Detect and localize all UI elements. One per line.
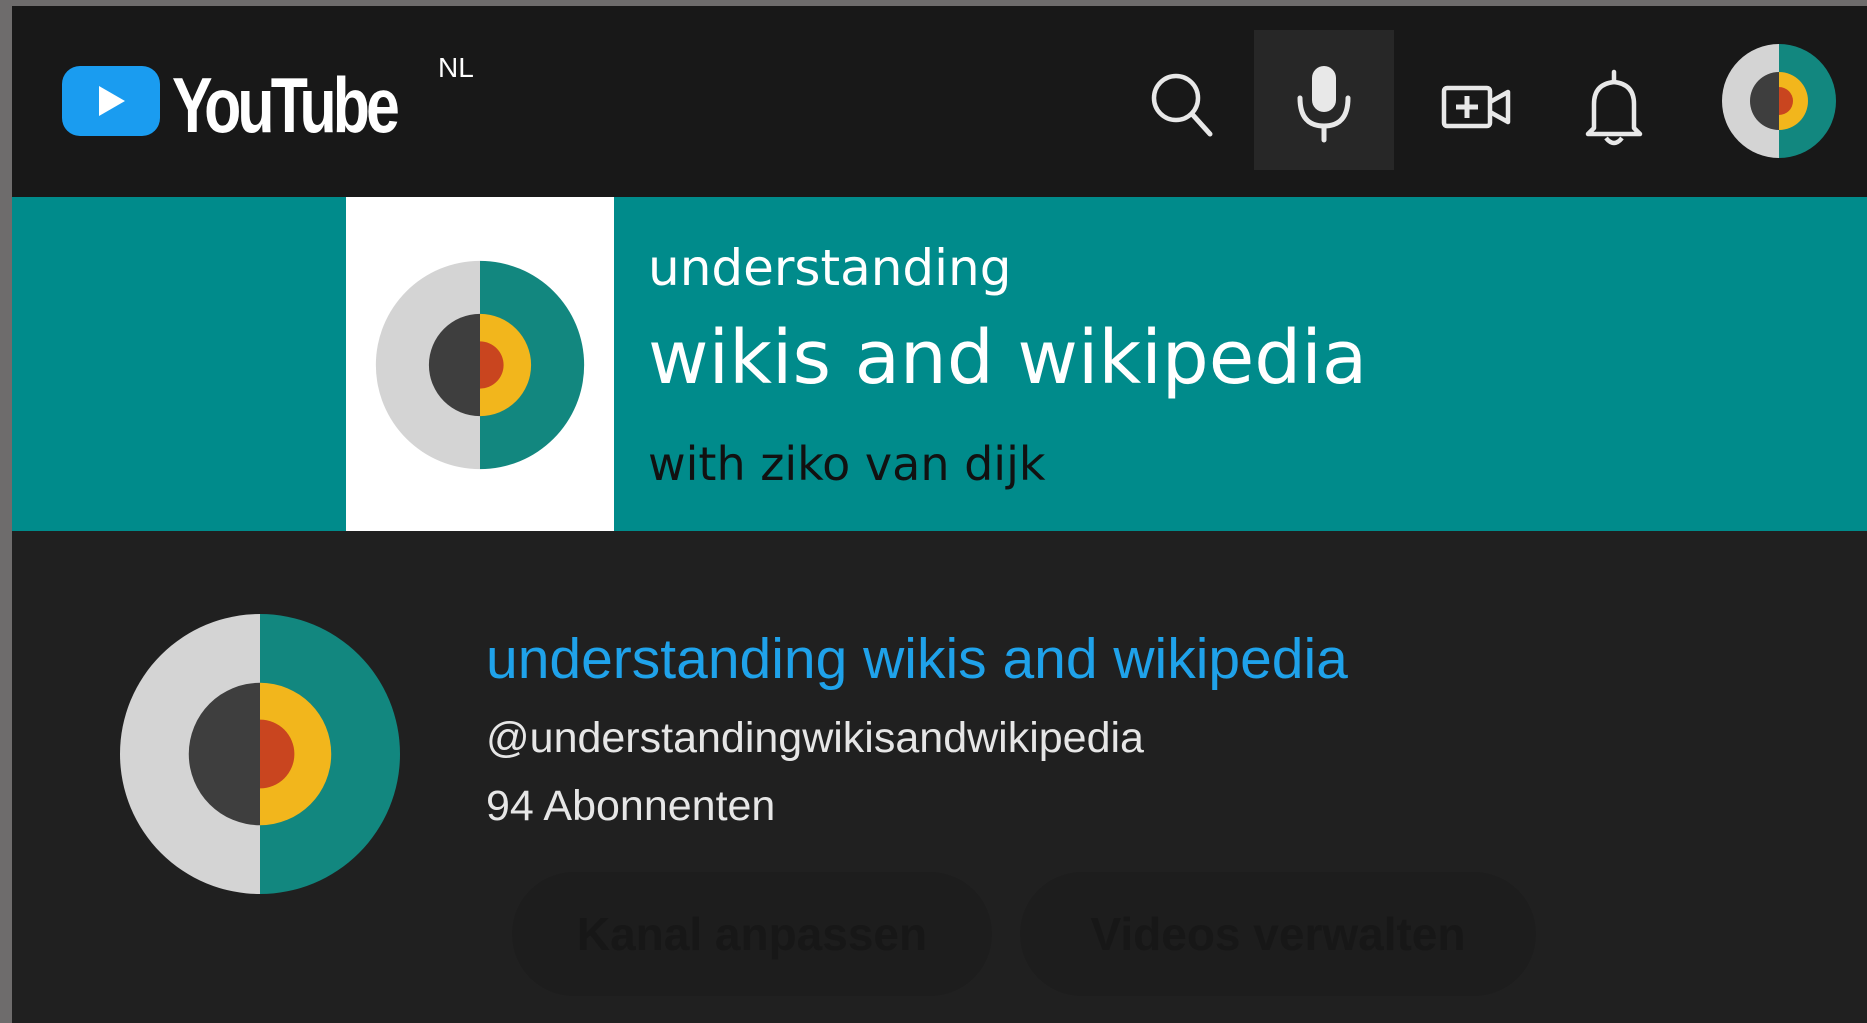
manage-videos-button[interactable]: Videos verwalten (1020, 872, 1536, 996)
logo-wordmark: YouTube (172, 61, 400, 149)
microphone-icon (1297, 66, 1351, 143)
notifications-bell-icon[interactable] (1564, 56, 1664, 156)
channel-logo-icon (375, 260, 585, 470)
channel-banner: understanding wikis and wikipedia with z… (12, 197, 1867, 531)
channel-handle: @understandingwikisandwikipedia (486, 714, 1144, 762)
subscriber-count: 94 Abonnenten (486, 782, 776, 830)
banner-title-line2: wikis and wikipedia (648, 315, 1368, 401)
country-code: NL (438, 52, 474, 83)
banner-subtitle: with ziko van dijk (648, 437, 1046, 491)
youtube-play-icon (62, 66, 160, 136)
customize-channel-button[interactable]: Kanal anpassen (512, 872, 992, 996)
search-icon[interactable] (1132, 56, 1232, 156)
top-bar: YouTube NL (12, 6, 1867, 197)
voice-search-button[interactable] (1254, 30, 1394, 170)
banner-logo (346, 197, 614, 531)
create-video-icon[interactable] (1424, 56, 1524, 156)
channel-avatar[interactable] (120, 614, 400, 899)
channel-name[interactable]: understanding wikis and wikipedia (486, 626, 1348, 692)
banner-title-line1: understanding (648, 239, 1012, 297)
app-frame: YouTube NL understanding wikis and wikip… (12, 6, 1867, 1023)
account-avatar[interactable] (1722, 44, 1836, 158)
